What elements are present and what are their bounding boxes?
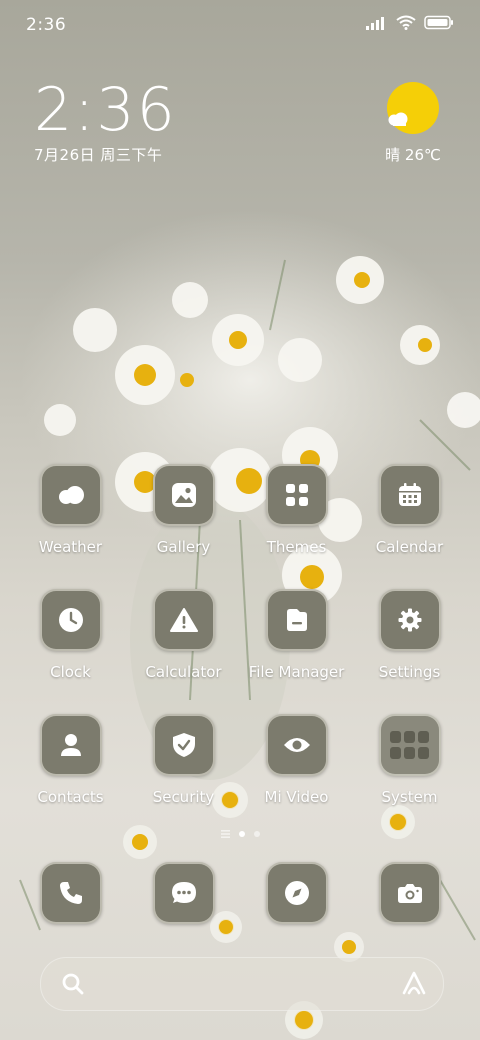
app-gallery[interactable]: Gallery bbox=[127, 464, 240, 589]
home-screen: 2:36 2:36 7月26日 周三下午 晴 26℃ Weather Galle… bbox=[0, 0, 480, 1040]
app-label: Calculator bbox=[145, 663, 222, 681]
app-clock[interactable]: Clock bbox=[14, 589, 127, 714]
camera-icon bbox=[378, 862, 441, 924]
dock-browser[interactable] bbox=[240, 862, 353, 924]
shield-check-icon bbox=[152, 714, 215, 776]
dock bbox=[14, 862, 466, 924]
clock-widget[interactable]: 2:36 7月26日 周三下午 bbox=[34, 78, 177, 165]
calendar-icon bbox=[378, 464, 441, 526]
app-settings[interactable]: Settings bbox=[353, 589, 466, 714]
app-label: Contacts bbox=[37, 788, 104, 806]
status-bar: 2:36 bbox=[0, 0, 480, 50]
assistant-logo-icon[interactable] bbox=[401, 970, 427, 996]
sunny-weather-icon bbox=[387, 82, 439, 134]
status-time: 2:36 bbox=[26, 15, 67, 35]
gear-icon bbox=[378, 589, 441, 651]
app-label: Calendar bbox=[375, 538, 444, 556]
app-contacts[interactable]: Contacts bbox=[14, 714, 127, 839]
app-label: Clock bbox=[50, 663, 91, 681]
folder-icon bbox=[265, 589, 328, 651]
cloud-icon bbox=[39, 464, 102, 526]
wifi-icon bbox=[396, 15, 416, 30]
clock-icon bbox=[39, 589, 102, 651]
app-weather[interactable]: Weather bbox=[14, 464, 127, 589]
menu-lines-icon bbox=[220, 830, 230, 838]
app-mi-video[interactable]: Mi Video bbox=[240, 714, 353, 839]
dock-camera[interactable] bbox=[353, 862, 466, 924]
status-icons bbox=[366, 15, 454, 30]
app-security[interactable]: Security bbox=[127, 714, 240, 839]
app-file-manager[interactable]: File Manager bbox=[240, 589, 353, 714]
message-icon bbox=[152, 862, 215, 924]
app-label: Mi Video bbox=[264, 788, 329, 806]
dock-messages[interactable] bbox=[127, 862, 240, 924]
eye-icon bbox=[265, 714, 328, 776]
search-bar[interactable] bbox=[40, 957, 444, 1011]
app-label: File Manager bbox=[248, 663, 345, 681]
search-icon bbox=[62, 973, 84, 995]
page-dot bbox=[253, 831, 260, 837]
app-themes[interactable]: Themes bbox=[240, 464, 353, 589]
grid-squares-icon bbox=[265, 464, 328, 526]
person-icon bbox=[39, 714, 102, 776]
phone-icon bbox=[39, 862, 102, 924]
app-calculator[interactable]: Calculator bbox=[127, 589, 240, 714]
folder-grid-icon bbox=[378, 714, 441, 776]
dock-phone[interactable] bbox=[14, 862, 127, 924]
warning-triangle-icon bbox=[152, 589, 215, 651]
app-system-folder[interactable]: System bbox=[353, 714, 466, 839]
app-grid: Weather Gallery Themes Calendar Clock Ca… bbox=[14, 464, 466, 839]
page-dot-active bbox=[238, 831, 245, 837]
clock-time: 2:36 bbox=[34, 75, 177, 145]
app-label: Settings bbox=[378, 663, 441, 681]
image-icon bbox=[152, 464, 215, 526]
clock-date: 7月26日 周三下午 bbox=[34, 146, 163, 164]
signal-icon bbox=[366, 16, 384, 30]
weather-widget[interactable]: 晴 26℃ bbox=[378, 82, 448, 165]
compass-icon bbox=[265, 862, 328, 924]
battery-icon bbox=[424, 15, 453, 30]
app-label: Security bbox=[152, 788, 215, 806]
weather-text: 晴 26℃ bbox=[385, 146, 441, 164]
page-indicator[interactable] bbox=[0, 830, 480, 838]
app-label: Weather bbox=[38, 538, 103, 556]
app-calendar[interactable]: Calendar bbox=[353, 464, 466, 589]
app-label: System bbox=[381, 788, 438, 806]
app-label: Themes bbox=[266, 538, 327, 556]
app-label: Gallery bbox=[156, 538, 211, 556]
